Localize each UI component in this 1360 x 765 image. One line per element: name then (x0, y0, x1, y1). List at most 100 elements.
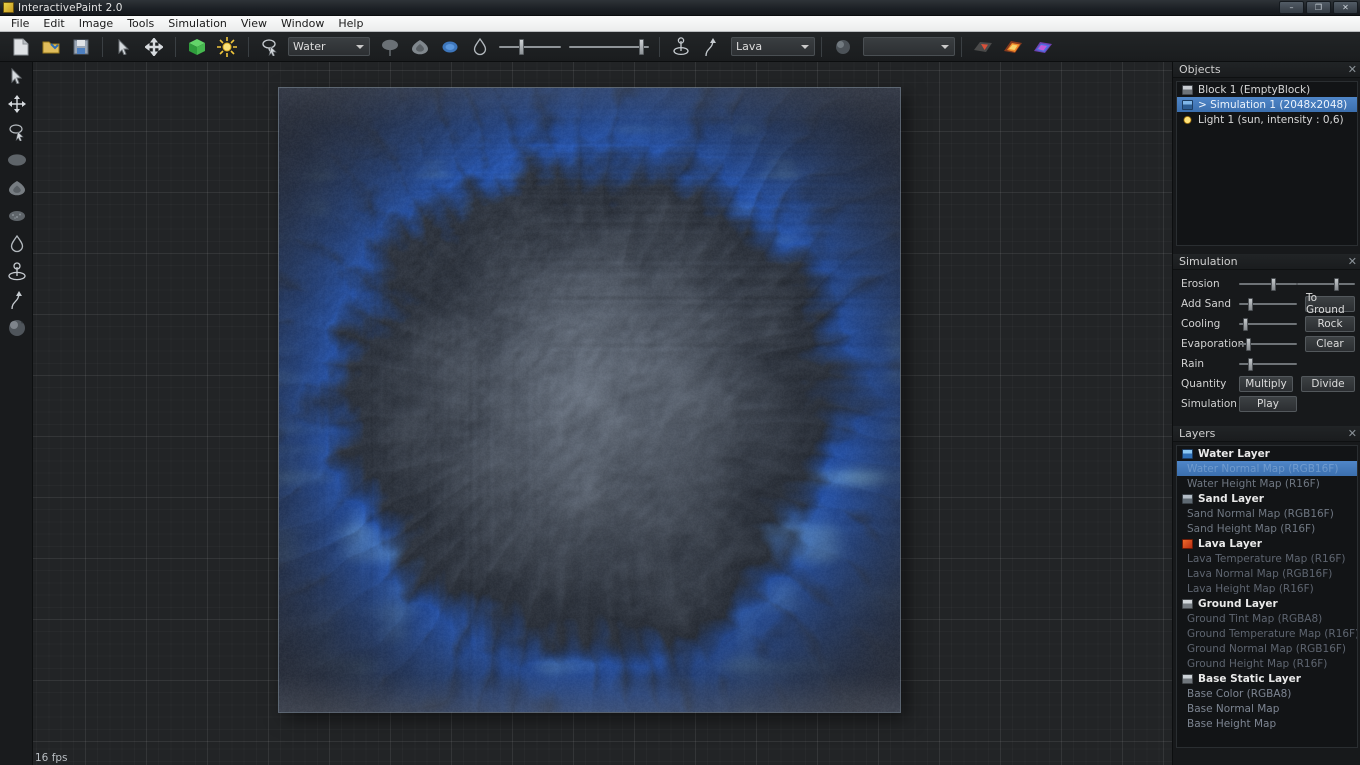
cursor-arrow-icon[interactable] (112, 35, 136, 59)
menu-item-window[interactable]: Window (274, 16, 331, 31)
droplet-icon[interactable] (0, 230, 33, 258)
texture-swatch-violet-icon[interactable] (1031, 35, 1055, 59)
minimize-button[interactable]: – (1279, 1, 1304, 14)
layer-map-row[interactable]: Ground Height Map (R16F) (1177, 656, 1357, 671)
layer-group-row[interactable]: Base Static Layer (1177, 671, 1357, 686)
objects-panel: Objects ✕ Block 1 (EmptyBlock)> Simulati… (1173, 62, 1360, 246)
menu-item-simulation[interactable]: Simulation (161, 16, 234, 31)
emitter-dropdown[interactable]: Lava (731, 37, 815, 56)
slider-knob[interactable] (1243, 318, 1248, 331)
layer-map-row[interactable]: Lava Normal Map (RGB16F) (1177, 566, 1357, 581)
menu-item-file[interactable]: File (4, 16, 36, 31)
material-dropdown[interactable]: Water (288, 37, 370, 56)
ring-orbit-icon[interactable] (669, 35, 693, 59)
add-sand-slider[interactable] (1239, 294, 1297, 314)
layer-map-row[interactable]: Ground Normal Map (RGB16F) (1177, 641, 1357, 656)
layer-group-row[interactable]: Ground Layer (1177, 596, 1357, 611)
ring-orbit-icon[interactable] (0, 258, 33, 286)
layer-map-row[interactable]: Water Normal Map (RGB16F) (1177, 461, 1357, 476)
layer-group-row[interactable]: Water Layer (1177, 446, 1357, 461)
layer-map-row[interactable]: Lava Height Map (R16F) (1177, 581, 1357, 596)
layer-map-row[interactable]: Sand Normal Map (RGB16F) (1177, 506, 1357, 521)
brush-soft-icon[interactable] (0, 174, 33, 202)
close-icon[interactable]: ✕ (1348, 63, 1357, 77)
slider-knob[interactable] (1271, 278, 1276, 291)
quantity-label: Quantity (1181, 378, 1239, 390)
erosion-slider-left[interactable] (1239, 274, 1297, 294)
layer-map-row[interactable]: Water Height Map (R16F) (1177, 476, 1357, 491)
brush-strength-slider-knob[interactable] (639, 39, 644, 55)
multiply-button[interactable]: Multiply (1239, 376, 1293, 392)
layer-map-row[interactable]: Ground Tint Map (RGBA8) (1177, 611, 1357, 626)
layer-map-row[interactable]: Base Normal Map (1177, 701, 1357, 716)
menu-item-tools[interactable]: Tools (120, 16, 161, 31)
menu-item-edit[interactable]: Edit (36, 16, 71, 31)
texture-swatch-orange-icon[interactable] (1001, 35, 1025, 59)
play-button[interactable]: Play (1239, 396, 1297, 412)
slider-knob[interactable] (1248, 358, 1253, 371)
slider-knob[interactable] (1248, 298, 1253, 311)
move-arrows-icon[interactable] (142, 35, 166, 59)
brush-grain-icon[interactable] (0, 202, 33, 230)
cooling-slider[interactable] (1239, 314, 1297, 334)
sun-light-icon[interactable] (215, 35, 239, 59)
texture-swatch-red-icon[interactable] (971, 35, 995, 59)
divide-button[interactable]: Divide (1301, 376, 1355, 392)
close-button[interactable]: ✕ (1333, 1, 1358, 14)
rain-slider[interactable] (1239, 354, 1297, 374)
clear-button[interactable]: Clear (1305, 336, 1355, 352)
right-dock: Objects ✕ Block 1 (EmptyBlock)> Simulati… (1172, 62, 1360, 765)
lasso-select-icon[interactable] (258, 35, 282, 59)
brush-flat-icon[interactable] (0, 146, 33, 174)
erosion-slider-right[interactable] (1297, 274, 1355, 294)
layers-list[interactable]: Water LayerWater Normal Map (RGB16F)Wate… (1176, 445, 1358, 748)
to-ground-button[interactable]: To Ground (1305, 296, 1355, 312)
layer-map-row[interactable]: Lava Temperature Map (R16F) (1177, 551, 1357, 566)
brush-strength-slider[interactable] (569, 35, 649, 59)
brush-droplet-icon[interactable] (468, 35, 492, 59)
open-folder-icon[interactable] (39, 35, 63, 59)
object-list-item[interactable]: > Simulation 1 (2048x2048) (1177, 97, 1357, 112)
terrain-block[interactable] (279, 88, 900, 712)
new-document-icon[interactable] (9, 35, 33, 59)
close-icon[interactable]: ✕ (1348, 255, 1357, 269)
brush-water-icon[interactable] (438, 35, 462, 59)
terrain-simulation-canvas[interactable] (279, 88, 900, 712)
sphere-shading-icon[interactable] (831, 35, 855, 59)
layer-map-row[interactable]: Sand Height Map (R16F) (1177, 521, 1357, 536)
brush-flat-icon[interactable] (378, 35, 402, 59)
move-arrows-icon[interactable] (0, 90, 33, 118)
menu-item-help[interactable]: Help (331, 16, 370, 31)
toolbar-separator-6 (961, 37, 962, 57)
save-disk-icon[interactable] (69, 35, 93, 59)
rock-button[interactable]: Rock (1305, 316, 1355, 332)
slider-knob[interactable] (1334, 278, 1339, 291)
close-icon[interactable]: ✕ (1348, 427, 1357, 441)
brush-size-slider[interactable] (499, 35, 561, 59)
curve-arrow-icon[interactable] (699, 35, 723, 59)
layer-map-row[interactable]: Base Height Map (1177, 716, 1357, 731)
sand-layer-icon (1182, 494, 1193, 504)
object-list-item[interactable]: Light 1 (sun, intensity : 0,6) (1177, 112, 1357, 127)
sphere-shading-icon[interactable] (0, 314, 33, 342)
slider-knob[interactable] (1246, 338, 1251, 351)
brush-size-slider-knob[interactable] (519, 39, 524, 55)
brush-soft-icon[interactable] (408, 35, 432, 59)
layer-map-row[interactable]: Ground Temperature Map (R16F) (1177, 626, 1357, 641)
preset-dropdown[interactable] (863, 37, 955, 56)
lasso-select-icon[interactable] (0, 118, 33, 146)
cursor-arrow-icon[interactable] (0, 62, 33, 90)
evaporation-slider[interactable] (1239, 334, 1297, 354)
curve-arrow-icon[interactable] (0, 286, 33, 314)
object-list-item[interactable]: Block 1 (EmptyBlock) (1177, 82, 1357, 97)
green-cube-icon[interactable] (185, 35, 209, 59)
simulation-row-label: Evaporation (1181, 338, 1239, 350)
objects-list[interactable]: Block 1 (EmptyBlock)> Simulation 1 (2048… (1176, 81, 1358, 246)
menu-item-image[interactable]: Image (72, 16, 120, 31)
menu-item-view[interactable]: View (234, 16, 274, 31)
layer-group-row[interactable]: Lava Layer (1177, 536, 1357, 551)
maximize-button[interactable]: ❐ (1306, 1, 1331, 14)
viewport[interactable] (33, 62, 1172, 765)
layer-group-row[interactable]: Sand Layer (1177, 491, 1357, 506)
layer-map-row[interactable]: Base Color (RGBA8) (1177, 686, 1357, 701)
